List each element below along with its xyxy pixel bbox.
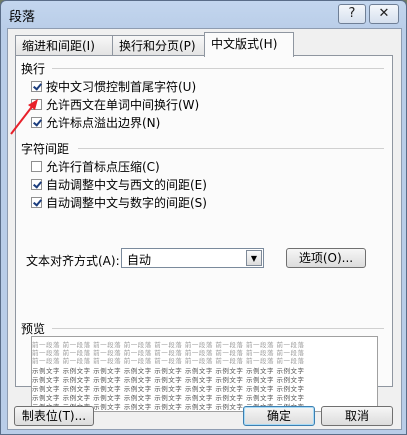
title-bar: 段落 ? ✕ (1, 1, 406, 27)
text-alignment-label: 文本对齐方式(A): (26, 254, 120, 268)
checkbox-label: 允许行首标点压缩(C) (46, 159, 160, 174)
tab-indent-spacing[interactable]: 缩进和间距(I) (15, 35, 118, 56)
dialog-body: 缩进和间距(I) 换行和分页(P) 中文版式(H) 换行 按中文习惯控制首尾字符… (7, 28, 402, 430)
divider (78, 148, 384, 149)
checkbox-checked[interactable] (31, 196, 42, 208)
dialog-title: 段落 (9, 10, 36, 25)
group-title-char-spacing: 字符间距 (21, 142, 70, 156)
preview-box: 前一段落 前一段落 前一段落 前一段落 前一段落 前一段落 前一段落 前一段落 … (31, 336, 378, 412)
group-title-preview: 预览 (21, 322, 46, 336)
close-button[interactable]: ✕ (369, 4, 399, 24)
checkbox-checked[interactable] (31, 80, 42, 92)
text-alignment-select[interactable]: 自动 ▼ (121, 248, 264, 268)
cancel-button[interactable]: 取消 (321, 406, 393, 426)
preview-line-previous: 前一段落 前一段落 前一段落 前一段落 前一段落 前一段落 前一段落 前一段落 … (32, 357, 305, 365)
checkbox-label: 允许标点溢出边界(N) (46, 115, 161, 130)
tab-stops-button[interactable]: 制表位(T)... (14, 406, 94, 426)
annotation-arrow-icon (10, 99, 38, 135)
divider (52, 328, 384, 329)
checkbox-row-hanging-punctuation[interactable]: 允许标点溢出边界(N) (31, 114, 160, 130)
checkbox-label: 自动调整中文与数字的间距(S) (46, 195, 207, 210)
group-title-line-break: 换行 (21, 62, 46, 76)
checkbox-row-space-asian-latin[interactable]: 自动调整中文与西文的间距(E) (31, 176, 207, 192)
chevron-down-icon[interactable]: ▼ (246, 250, 262, 266)
checkbox-row-chinese-rules[interactable]: 按中文习惯控制首尾字符(U) (31, 78, 196, 94)
help-button[interactable]: ? (338, 4, 366, 24)
checkbox-row-latin-word-wrap[interactable]: 允许西文在单词中间换行(W) (31, 96, 199, 112)
ok-button[interactable]: 确定 (243, 406, 315, 426)
checkbox-label: 自动调整中文与西文的间距(E) (46, 177, 207, 192)
checkbox-label: 按中文习惯控制首尾字符(U) (46, 79, 197, 94)
checkbox-label: 允许西文在单词中间换行(W) (46, 97, 200, 112)
checkbox-checked[interactable] (31, 178, 42, 190)
options-button[interactable]: 选项(O)... (286, 248, 366, 268)
tab-asian-typography[interactable]: 中文版式(H) (204, 32, 294, 57)
checkbox-row-compress-punctuation[interactable]: 允许行首标点压缩(C) (31, 158, 160, 174)
tab-line-page-breaks[interactable]: 换行和分页(P) (112, 35, 214, 56)
checkbox-unchecked[interactable] (31, 160, 42, 172)
checkbox-row-space-asian-numbers[interactable]: 自动调整中文与数字的间距(S) (31, 194, 207, 210)
text-alignment-value: 自动 (127, 253, 152, 267)
paragraph-dialog: 段落 ? ✕ 缩进和间距(I) 换行和分页(P) 中文版式(H) 换行 按中文习… (0, 0, 407, 435)
tab-panel: 换行 按中文习惯控制首尾字符(U) 允许西文在单词中间换行(W) 允许标点溢出边… (15, 55, 393, 412)
divider (52, 68, 384, 69)
